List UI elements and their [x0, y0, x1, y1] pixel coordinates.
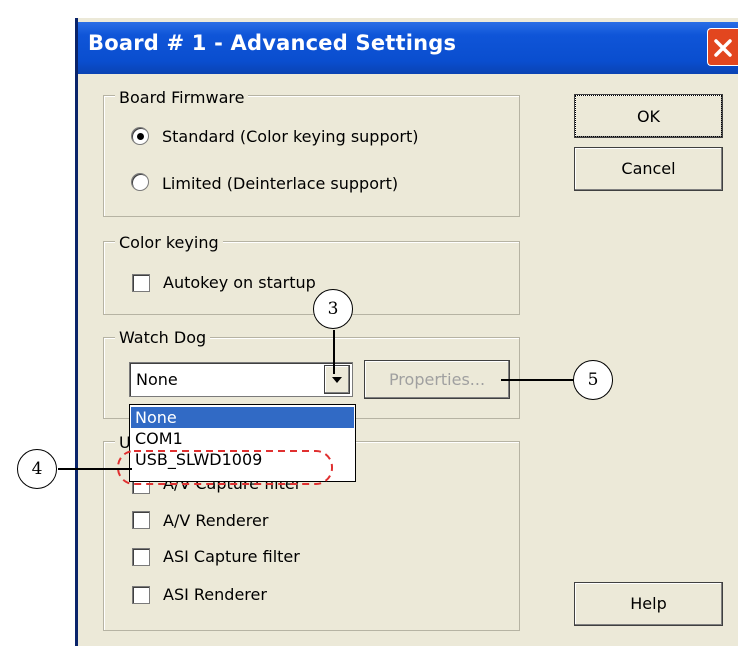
window-title: Board # 1 - Advanced Settings — [88, 31, 457, 55]
limited-radio[interactable] — [131, 173, 149, 191]
asi-capture-label[interactable]: ASI Capture filter — [163, 547, 300, 566]
callout-5-leader — [501, 379, 573, 381]
close-button[interactable] — [707, 28, 738, 66]
dropdown-option-com1[interactable]: COM1 — [131, 428, 354, 449]
callout-5: 5 — [573, 360, 613, 400]
autokey-checkbox[interactable] — [132, 274, 150, 292]
color-keying-legend: Color keying — [115, 233, 223, 252]
limited-radio-label[interactable]: Limited (Deinterlace support) — [162, 174, 398, 193]
help-button[interactable]: Help — [574, 582, 723, 626]
watch-dog-selected-value: None — [136, 370, 178, 389]
properties-button[interactable]: Properties... — [364, 360, 510, 399]
asi-capture-checkbox[interactable] — [132, 548, 150, 566]
callout-3: 3 — [313, 289, 353, 329]
dropdown-button[interactable] — [324, 365, 350, 394]
watch-dog-legend: Watch Dog — [115, 328, 211, 347]
watch-dog-combobox[interactable]: None — [129, 362, 353, 397]
board-firmware-group — [103, 95, 520, 217]
chevron-down-icon — [332, 377, 342, 383]
standard-radio-label[interactable]: Standard (Color keying support) — [162, 127, 418, 146]
cancel-button[interactable]: Cancel — [574, 147, 723, 191]
callout-4-leader — [58, 468, 132, 470]
av-renderer-label[interactable]: A/V Renderer — [163, 511, 268, 530]
asi-renderer-checkbox[interactable] — [132, 586, 150, 604]
av-renderer-checkbox[interactable] — [132, 511, 150, 529]
standard-radio[interactable] — [131, 127, 149, 145]
usb-highlight-ellipse — [117, 450, 333, 485]
ok-button[interactable]: OK — [574, 94, 723, 138]
dropdown-option-none[interactable]: None — [131, 407, 354, 428]
asi-renderer-label[interactable]: ASI Renderer — [163, 585, 267, 604]
autokey-label[interactable]: Autokey on startup — [163, 273, 316, 292]
callout-3-leader — [333, 330, 335, 374]
close-icon — [714, 39, 732, 57]
board-firmware-legend: Board Firmware — [115, 88, 249, 107]
callout-4: 4 — [17, 449, 57, 489]
